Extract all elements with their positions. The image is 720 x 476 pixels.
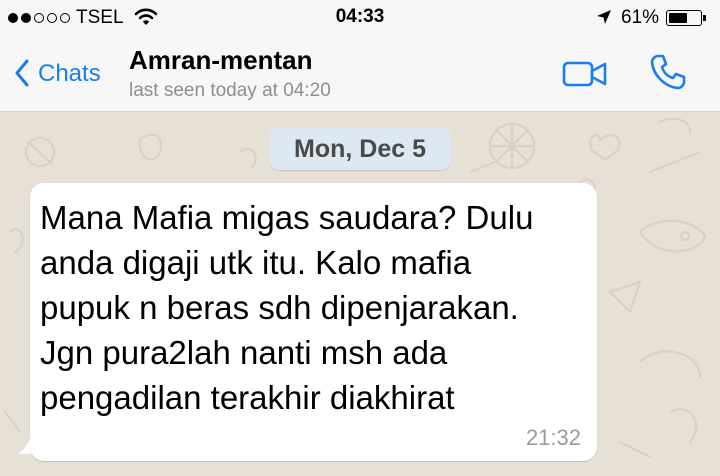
- last-seen-status: last seen today at 04:20: [129, 80, 331, 101]
- phone-call-icon[interactable]: [648, 52, 688, 97]
- message-list[interactable]: Mon, Dec 5 Mana Mafia migas saudara? Dul…: [0, 112, 720, 476]
- battery-percent: 61%: [621, 7, 660, 28]
- message-text: Mana Mafia migas saudara? Dulu anda diga…: [40, 199, 534, 416]
- back-button[interactable]: Chats: [38, 60, 101, 88]
- battery-fill: [668, 12, 687, 23]
- chat-header: Chats Amran-mentan last seen today at 04…: [0, 36, 720, 112]
- status-bar: TSEL 04:33 61%: [0, 0, 720, 36]
- video-call-icon[interactable]: [562, 59, 608, 94]
- message-bubble-incoming[interactable]: Mana Mafia migas saudara? Dulu anda diga…: [30, 183, 597, 461]
- location-arrow-icon: [596, 9, 612, 31]
- battery-icon: [666, 10, 702, 26]
- contact-name[interactable]: Amran-mentan: [129, 45, 312, 76]
- battery-tip: [703, 15, 706, 21]
- chevron-left-icon[interactable]: [14, 59, 30, 92]
- status-time: 04:33: [335, 6, 385, 27]
- message-time: 21:32: [525, 425, 581, 450]
- date-separator: Mon, Dec 5: [269, 128, 451, 170]
